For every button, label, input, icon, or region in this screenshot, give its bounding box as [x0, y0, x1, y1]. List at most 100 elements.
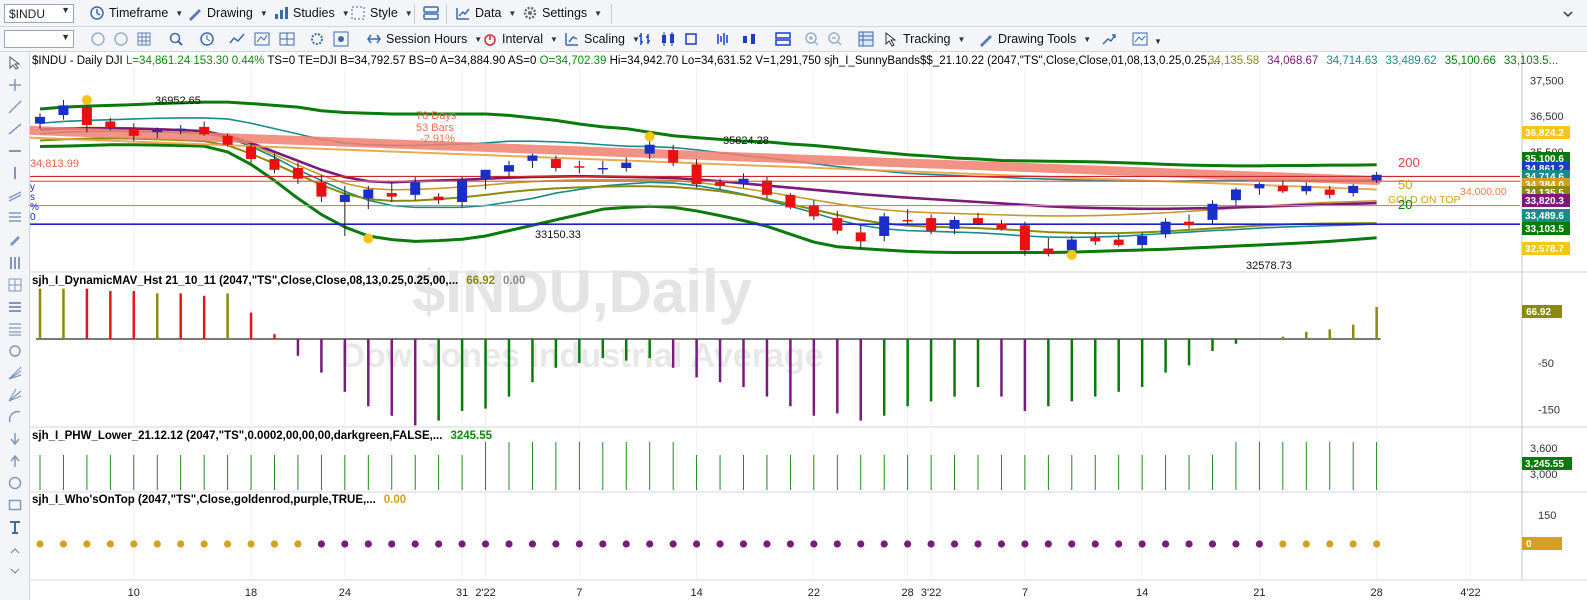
phw-value-1: 3245.55 — [450, 430, 492, 442]
data-button[interactable]: Data ▼ — [452, 2, 519, 24]
drawing-button[interactable]: Drawing ▼ — [184, 2, 271, 24]
channel-icon[interactable] — [8, 188, 22, 202]
whos-on-top-dot — [786, 540, 795, 548]
scaling-label: Scaling — [584, 32, 625, 46]
workspace-dropdown-icon[interactable]: ▼ — [61, 32, 70, 42]
arc-icon[interactable] — [8, 410, 22, 424]
ohlc-bar-icon[interactable] — [637, 31, 653, 47]
price-tag[interactable]: 33,820.3 — [1522, 194, 1570, 207]
settings-button[interactable]: Settings ▼ — [519, 2, 605, 24]
tracking-button[interactable]: Tracking ▼ — [880, 28, 968, 50]
whos-on-top-dot — [1044, 540, 1052, 548]
arrow-down-icon[interactable] — [8, 432, 22, 446]
candle-body — [1254, 184, 1265, 189]
layout-icon[interactable] — [423, 5, 439, 21]
symbol-dropdown-icon[interactable]: ▼ — [61, 5, 70, 15]
whos-on-top-dot — [130, 540, 138, 548]
style-button[interactable]: Style ▼ — [347, 2, 416, 24]
pencil-icon[interactable] — [8, 232, 22, 246]
text-icon[interactable] — [8, 520, 22, 534]
candle-body — [175, 128, 186, 131]
whos-on-top-dot — [974, 540, 982, 548]
whos-on-top-dot — [950, 540, 959, 548]
timeframe-button[interactable]: Timeframe ▼ — [86, 2, 186, 24]
panes-icon[interactable] — [775, 31, 791, 47]
line-chart-icon[interactable] — [229, 31, 245, 47]
whos-on-top-dot — [1185, 540, 1193, 548]
zoom-out-icon[interactable] — [827, 31, 843, 47]
hollow-candle-icon[interactable] — [683, 31, 699, 47]
crosshair-icon[interactable] — [8, 78, 22, 92]
drawing-icon — [189, 9, 201, 21]
candle-body — [761, 180, 772, 195]
symbol-value: $INDU — [9, 7, 46, 21]
bars-icon[interactable] — [8, 256, 22, 270]
gann-fan-icon[interactable] — [8, 388, 22, 402]
refresh-icon[interactable] — [90, 31, 106, 47]
candlestick-icon[interactable] — [660, 31, 676, 47]
price-tag[interactable]: 33,489.6 — [1522, 209, 1570, 222]
whos-on-top-dot — [59, 540, 68, 548]
horizontal-line-icon[interactable] — [8, 144, 22, 158]
interval-button[interactable]: Interval ▼ — [479, 28, 561, 50]
vertical-line-icon[interactable] — [8, 166, 22, 180]
trendline-icon[interactable] — [8, 100, 22, 114]
search-icon[interactable] — [168, 31, 184, 47]
chart-analysis-icon[interactable] — [1132, 31, 1148, 47]
arrow-up-icon[interactable] — [8, 454, 22, 468]
scroll-up-icon[interactable] — [8, 544, 22, 558]
trend-arrow-icon[interactable] — [1101, 31, 1117, 47]
menu-arrow-icon[interactable] — [1560, 6, 1576, 22]
who-value-tag[interactable]: 0 — [1522, 537, 1562, 550]
multi-chart-icon[interactable] — [279, 31, 295, 47]
studies-button[interactable]: Studies ▼ — [270, 2, 353, 24]
settings-chart-icon[interactable] — [309, 31, 325, 47]
chart-window[interactable]: $INDU,Daily Dow Jones Industrial Average… — [30, 52, 1587, 600]
candle-body — [668, 150, 679, 163]
clock-icon[interactable] — [199, 31, 215, 47]
rectangle-icon[interactable] — [8, 498, 22, 512]
price-tag[interactable]: 32,578.7 — [1522, 242, 1570, 255]
ma200-label: 200 — [1398, 155, 1420, 170]
price-tag[interactable]: 33,103.5 — [1522, 222, 1570, 235]
symbol-input[interactable]: $INDU ▼ — [4, 4, 74, 23]
workspace-select[interactable]: ▼ — [4, 30, 74, 48]
range-pct-label: -2.91% — [420, 133, 455, 145]
candle-body — [597, 168, 608, 170]
whos-on-top-dot — [599, 540, 607, 548]
data-window-icon[interactable] — [858, 31, 874, 47]
mav-value-tag[interactable]: 66.92 — [1522, 305, 1562, 318]
levels-icon[interactable] — [8, 322, 22, 336]
whos-on-top-dot — [622, 540, 630, 548]
compare-chart-icon[interactable] — [254, 31, 270, 47]
drawing-tools-button[interactable]: Drawing Tools ▼ — [975, 28, 1094, 50]
speed-lines-icon[interactable] — [8, 366, 22, 380]
scroll-down-icon[interactable] — [8, 564, 22, 578]
chart-canvas[interactable]: $INDU,Daily Dow Jones Industrial Average… — [30, 52, 1587, 600]
grid-tool-icon[interactable] — [8, 278, 22, 292]
ellipse-icon[interactable] — [8, 476, 22, 490]
table-icon[interactable] — [8, 300, 22, 314]
toolbar-separator — [611, 4, 612, 24]
grid-icon[interactable] — [136, 31, 152, 47]
study-value: 34,714.63 — [1326, 55, 1377, 67]
session-hours-button[interactable]: Session Hours ▼ — [363, 28, 485, 50]
price-tag[interactable]: 36,824.2 — [1522, 126, 1570, 139]
ray-icon[interactable] — [8, 122, 22, 136]
cycle-icon[interactable] — [8, 344, 22, 358]
zoom-in-icon[interactable] — [804, 31, 820, 47]
format-icon[interactable] — [333, 31, 349, 47]
phw-study-name: sjh_I_PHW_Lower_21.12.12 (2047,"TS",0.00… — [32, 430, 442, 442]
pointer-icon[interactable] — [8, 56, 22, 70]
back-icon[interactable] — [113, 31, 129, 47]
caret-down-icon[interactable]: ▼ — [1154, 37, 1162, 46]
volume-bars-icon[interactable] — [715, 31, 731, 47]
candle[interactable] — [785, 193, 796, 210]
scaling-button[interactable]: Scaling ▼ — [561, 28, 643, 50]
fibonacci-icon[interactable] — [8, 210, 22, 224]
phw-value-tag[interactable]: 3,245.55 — [1522, 457, 1572, 470]
whos-on-top-dot — [270, 540, 279, 548]
volume-candle-icon[interactable] — [741, 31, 757, 47]
candle-body — [996, 223, 1007, 229]
caret-down-icon: ▼ — [550, 34, 558, 44]
